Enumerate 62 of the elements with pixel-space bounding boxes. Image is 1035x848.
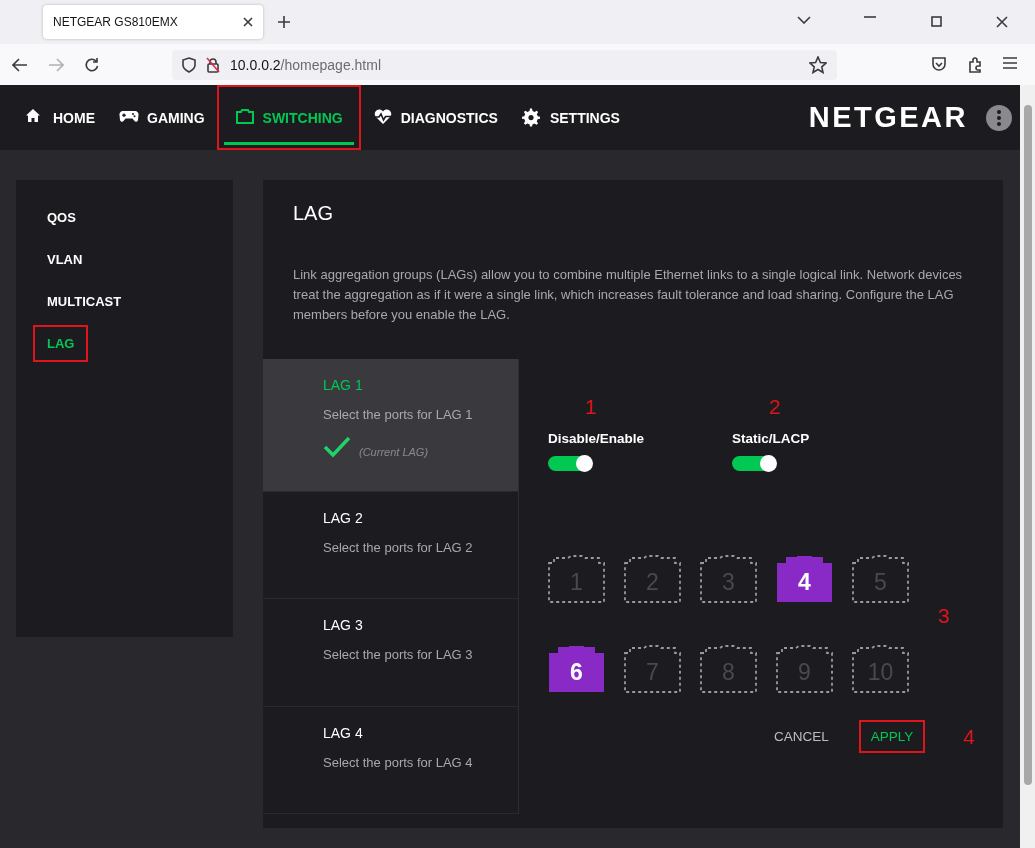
gear-icon xyxy=(521,108,542,127)
heart-pulse-icon xyxy=(372,108,393,127)
toggle-switch[interactable] xyxy=(548,456,591,471)
sidebar-item[interactable]: LAG xyxy=(33,325,89,362)
annotation-number: 3 xyxy=(938,604,950,628)
port[interactable]: 4 xyxy=(776,555,833,603)
reload-icon[interactable] xyxy=(84,56,100,73)
lag-name: LAG 3 xyxy=(323,617,364,633)
close-icon[interactable] xyxy=(243,17,253,27)
annotation-number: 1 xyxy=(584,395,598,419)
toggle-switch[interactable] xyxy=(732,456,775,471)
page-title: LAG xyxy=(292,201,335,226)
menu-icon[interactable] xyxy=(1003,56,1017,69)
scrollbar[interactable] xyxy=(1020,85,1035,848)
port-number: 4 xyxy=(798,569,811,595)
lag-name: LAG 4 xyxy=(323,725,364,741)
nav-tab[interactable]: DIAGNOSTICS xyxy=(360,85,510,150)
lag-group-item[interactable]: LAG 3 Select the ports for LAG 3 xyxy=(263,599,518,707)
cancel-button[interactable]: CANCEL xyxy=(762,720,841,753)
nav-tab[interactable]: SETTINGS xyxy=(509,85,632,150)
sidebar-item[interactable]: MULTICAST xyxy=(33,283,136,320)
url-text: 10.0.0.2/homepage.html xyxy=(230,56,381,73)
nav-tab[interactable]: SWITCHING xyxy=(216,85,361,150)
switch-icon xyxy=(234,108,255,127)
lag-subtitle: Select the ports for LAG 4 xyxy=(323,755,474,770)
annotation-number: 4 xyxy=(963,724,975,749)
brand-logo: NETGEAR xyxy=(808,101,968,134)
lag-group-item[interactable]: LAG 4 Select the ports for LAG 4 xyxy=(263,707,518,814)
toggle-label: Static/LACP xyxy=(732,431,811,446)
back-arrow-icon[interactable] xyxy=(12,57,28,72)
pocket-icon[interactable] xyxy=(931,56,947,72)
star-icon[interactable] xyxy=(809,55,827,74)
close-icon[interactable] xyxy=(996,16,1008,28)
shield-icon xyxy=(182,56,196,73)
toggle-label: Disable/Enable xyxy=(548,431,646,446)
sidebar-item[interactable]: QOS xyxy=(33,199,90,236)
lag-group-item[interactable]: LAG 1 Select the ports for LAG 1 (Current LAG) xyxy=(263,359,518,492)
checkmark-icon xyxy=(323,436,351,458)
puzzle-icon[interactable] xyxy=(967,56,983,73)
annotation-number: 2 xyxy=(768,395,782,419)
more-icon[interactable] xyxy=(986,104,1012,131)
description: Link aggregation groups (LAGs) allow you to combine multiple Ethernet links to a single logical link. Network devices treat the aggregation as if it were a single link, which increases fault tolerance and load sharing. Configure the LAG members before you enable the LAG. xyxy=(293,266,963,324)
lag-subtitle: Select the ports for LAG 3 xyxy=(323,647,474,662)
tab-title: NETGEAR GS810EMX xyxy=(53,15,178,29)
port[interactable]: 6 xyxy=(548,645,605,693)
nav-tab[interactable]: GAMING xyxy=(107,85,217,150)
sidebar-item[interactable]: VLAN xyxy=(33,241,97,278)
maximize-icon[interactable] xyxy=(930,16,942,27)
lock-crossed-icon xyxy=(206,56,220,73)
nav-tab[interactable]: HOME xyxy=(13,85,107,150)
lag-name: LAG 2 xyxy=(323,510,364,526)
address-bar[interactable]: 10.0.0.2/homepage.html xyxy=(172,49,837,80)
lag-subtitle: Select the ports for LAG 1 xyxy=(323,407,474,422)
port-number: 6 xyxy=(570,659,583,685)
browser-tab[interactable]: NETGEAR GS810EMX xyxy=(43,5,263,39)
lag-subtitle: Select the ports for LAG 2 xyxy=(323,540,474,555)
current-lag-label: (Current LAG) xyxy=(359,446,429,458)
chevron-down-icon[interactable] xyxy=(797,16,811,24)
lag-group-item[interactable]: LAG 2 Select the ports for LAG 2 xyxy=(263,492,518,599)
lag-name: LAG 1 xyxy=(323,377,364,393)
apply-button[interactable]: APPLY xyxy=(858,720,926,753)
plus-icon[interactable] xyxy=(277,15,291,29)
